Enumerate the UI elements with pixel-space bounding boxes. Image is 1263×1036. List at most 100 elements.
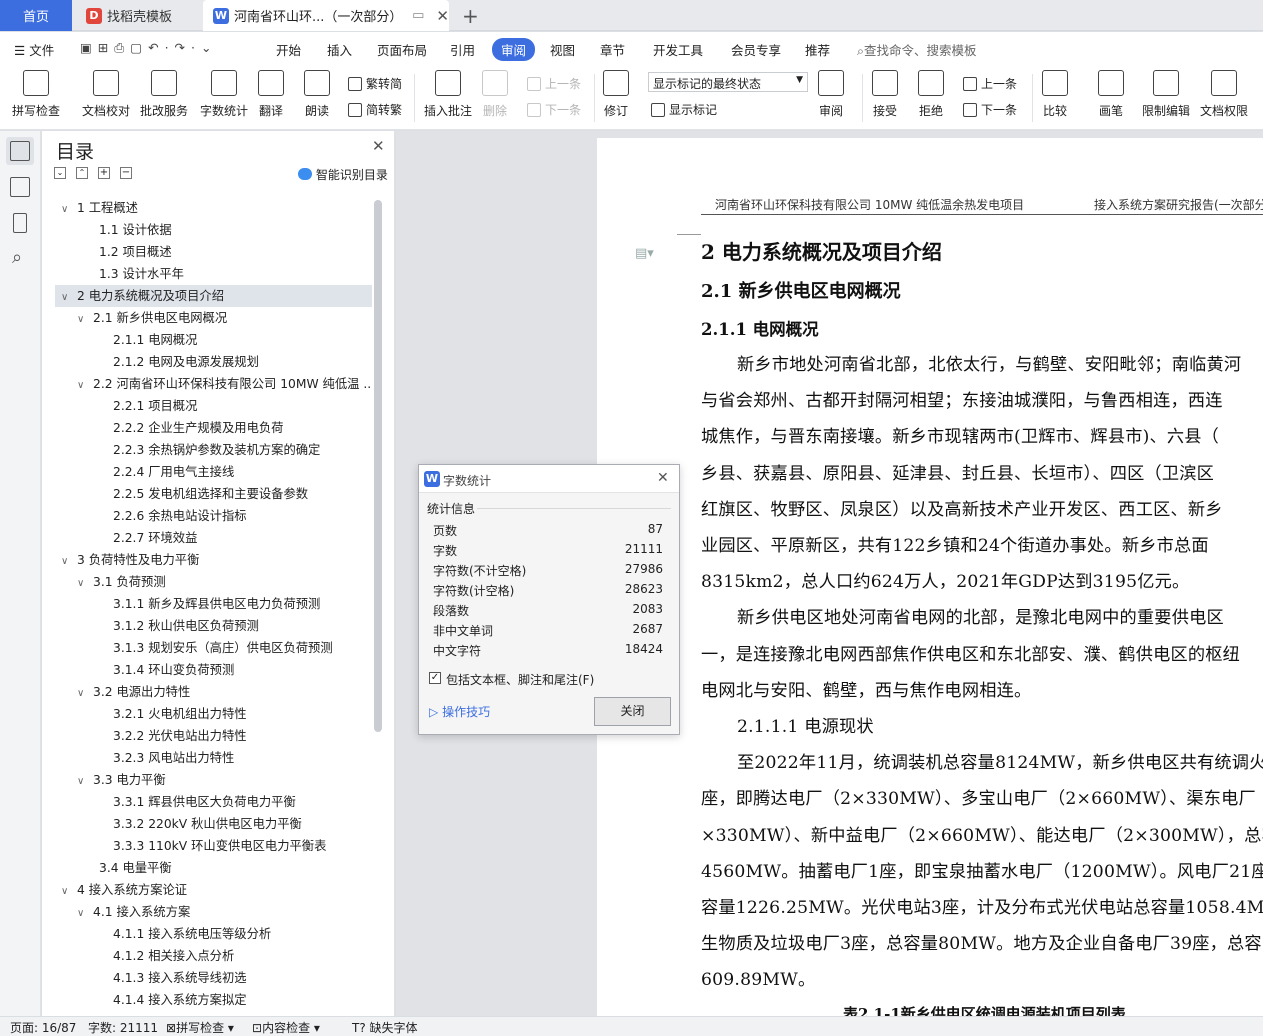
toc-item[interactable]: 3.3.3 110kV 环山变供电区电力平衡表 xyxy=(55,835,372,857)
restrict-edit-button[interactable]: 限制编辑 xyxy=(1142,70,1190,119)
menu-layout[interactable]: 页面布局 xyxy=(377,40,427,59)
toc-item[interactable]: 2.2.5 发电机组选择和主要设备参数 xyxy=(55,483,372,505)
doc-permission-button[interactable]: 文档权限 xyxy=(1200,70,1248,119)
tab-home[interactable]: 首页 xyxy=(0,0,72,31)
close-icon[interactable]: ✕ xyxy=(436,7,449,25)
chevron-down-icon[interactable]: ∨ xyxy=(61,287,77,307)
show-markup-button[interactable]: 显示标记 xyxy=(651,101,717,118)
reject-button[interactable]: 拒绝 xyxy=(918,70,944,119)
toc-item[interactable]: 1.2 项目概述 xyxy=(55,241,372,263)
chevron-down-icon[interactable]: ∨ xyxy=(77,573,93,593)
menu-review[interactable]: 审阅 xyxy=(492,38,536,61)
close-icon[interactable]: ✕ xyxy=(372,137,385,155)
smart-toc-button[interactable]: 智能识别目录 xyxy=(298,166,388,183)
chevron-down-icon[interactable]: ∨ xyxy=(61,881,77,901)
collapse-all-icon[interactable]: ⌄ xyxy=(54,167,66,179)
batch-service-button[interactable]: 批改服务 xyxy=(140,70,188,119)
tips-link[interactable]: ▷ 操作技巧 xyxy=(429,703,490,720)
chevron-down-icon[interactable]: ∨ xyxy=(61,199,77,219)
toc-item[interactable]: 3.2.3 风电站出力特性 xyxy=(55,747,372,769)
toc-item[interactable]: 3.1.2 秋山供电区负荷预测 xyxy=(55,615,372,637)
compare-button[interactable]: 比较 xyxy=(1042,70,1068,119)
document-page[interactable]: 河南省环山环保科技有限公司 10MW 纯低温余热发电项目 接入系统方案研究报告(… xyxy=(597,138,1263,1016)
toc-item[interactable]: 2.2.6 余热电站设计指标 xyxy=(55,505,372,527)
toc-item[interactable]: 4.1.2 相关接入点分析 xyxy=(55,945,372,967)
next-change-button[interactable]: 下一条 xyxy=(963,101,1017,118)
toc-item[interactable]: ∨ 3.3 电力平衡 xyxy=(55,769,372,791)
toc-item[interactable]: ∨ 4.1 接入系统方案 xyxy=(55,901,372,923)
track-changes-button[interactable]: 修订 xyxy=(603,70,629,119)
close-button[interactable]: 关闭 xyxy=(594,697,671,726)
add-level-icon[interactable]: + xyxy=(98,167,110,179)
toc-item[interactable]: 3.1.4 环山变负荷预测 xyxy=(55,659,372,681)
menu-recommend[interactable]: 推荐 xyxy=(805,40,830,59)
menu-section[interactable]: 章节 xyxy=(600,40,625,59)
toc-item[interactable]: 1.1 设计依据 xyxy=(55,219,372,241)
toc-item[interactable]: ∨ 2.1 新乡供电区电网概况 xyxy=(55,307,372,329)
toc-item[interactable]: 3.2.1 火电机组出力特性 xyxy=(55,703,372,725)
expand-up-icon[interactable]: ⌃ xyxy=(76,167,88,179)
toc-item[interactable]: ∨ 2 电力系统概况及项目介绍 xyxy=(55,285,372,307)
doc-proof-button[interactable]: 文档校对 xyxy=(82,70,130,119)
delete-comment-button[interactable]: 删除 xyxy=(482,70,508,119)
menu-dev-tools[interactable]: 开发工具 xyxy=(653,40,703,59)
toc-item[interactable]: 2.2.3 余热锅炉参数及装机方案的确定 xyxy=(55,439,372,461)
spell-status[interactable]: ⊠拼写检查 ▾ xyxy=(166,1019,234,1036)
toc-item[interactable]: ∨ 3 负荷特性及电力平衡 xyxy=(55,549,372,571)
toc-item[interactable]: ∨ 3.1 负荷预测 xyxy=(55,571,372,593)
accept-button[interactable]: 接受 xyxy=(872,70,898,119)
next-comment-button[interactable]: 下一条 xyxy=(527,101,581,118)
toc-item[interactable]: 3.4 电量平衡 xyxy=(55,857,372,879)
toc-item[interactable]: ∨ 4 接入系统方案论证 xyxy=(55,879,372,901)
menu-start[interactable]: 开始 xyxy=(276,40,301,59)
toc-icon[interactable] xyxy=(10,141,30,161)
toc-item[interactable]: 3.1.3 规划安乐（高庄）供电区负荷预测 xyxy=(55,637,372,659)
pen-button[interactable]: 画笔 xyxy=(1098,70,1124,119)
chevron-down-icon[interactable]: ∨ xyxy=(77,771,93,791)
new-tab-icon[interactable]: + xyxy=(462,4,479,28)
translate-button[interactable]: 翻译 xyxy=(258,70,284,119)
toc-item[interactable]: 2.2.2 企业生产规模及用电负荷 xyxy=(55,417,372,439)
word-count-button[interactable]: 字数统计 xyxy=(200,70,248,119)
close-icon[interactable]: ✕ xyxy=(657,470,669,486)
toc-item[interactable]: 3.2.2 光伏电站出力特性 xyxy=(55,725,372,747)
review-pane-button[interactable]: 审阅 xyxy=(818,70,844,119)
bookmark-icon[interactable] xyxy=(13,213,27,233)
toc-item[interactable]: 3.3.1 辉县供电区大负荷电力平衡 xyxy=(55,791,372,813)
toc-item[interactable]: 2.2.1 项目概况 xyxy=(55,395,372,417)
remove-level-icon[interactable]: − xyxy=(120,167,132,179)
search-icon[interactable]: ⌕ xyxy=(12,247,22,268)
toc-item[interactable]: 2.1.2 电网及电源发展规划 xyxy=(55,351,372,373)
read-aloud-button[interactable]: 朗读 xyxy=(304,70,330,119)
toc-item[interactable]: ∨ 1 工程概述 xyxy=(55,197,372,219)
chevron-down-icon[interactable]: ∨ xyxy=(77,375,93,395)
paragraph-menu-icon[interactable]: ▤▾ xyxy=(635,246,654,261)
chevron-down-icon[interactable]: ∨ xyxy=(77,683,93,703)
menu-insert[interactable]: 插入 xyxy=(327,40,352,59)
menu-view[interactable]: 视图 xyxy=(550,40,575,59)
toc-item[interactable]: 3.3.2 220kV 秋山供电区电力平衡 xyxy=(55,813,372,835)
tab-document[interactable]: W 河南省环山环...（一次部分） ▭ ✕ xyxy=(203,0,449,31)
toc-scrollbar[interactable] xyxy=(374,200,382,732)
dialog-titlebar[interactable]: W 字数统计 ✕ xyxy=(419,465,679,493)
toc-item[interactable]: ∨ 2.2 河南省环山环保科技有限公司 10MW 纯低温 ... xyxy=(55,373,372,395)
menu-member[interactable]: 会员专享 xyxy=(731,40,781,59)
monitor-icon[interactable]: ▭ xyxy=(412,8,424,23)
to-simplified-button[interactable]: 简转繁 xyxy=(348,101,402,118)
include-textbox-checkbox[interactable]: ✓ xyxy=(429,672,441,684)
toc-item[interactable]: 2.2.4 厂用电气主接线 xyxy=(55,461,372,483)
prev-change-button[interactable]: 上一条 xyxy=(963,75,1017,92)
toc-item[interactable]: 2.1.1 电网概况 xyxy=(55,329,372,351)
quick-access-icons[interactable]: ▣⊞⎙▢↶·↷·⌄ xyxy=(80,40,217,56)
command-search[interactable]: ⌕查找命令、搜索模板 xyxy=(857,40,977,59)
page-indicator[interactable]: 页面: 16/87 xyxy=(10,1019,76,1036)
prev-comment-button[interactable]: 上一条 xyxy=(527,75,581,92)
chevron-down-icon[interactable]: ∨ xyxy=(61,551,77,571)
toc-item[interactable]: 4.1.1 接入系统电压等级分析 xyxy=(55,923,372,945)
toc-item[interactable]: 3.1.1 新乡及辉县供电区电力负荷预测 xyxy=(55,593,372,615)
toc-item[interactable]: 4.1.3 接入系统导线初选 xyxy=(55,967,372,989)
file-menu[interactable]: ☰ 文件 xyxy=(14,40,54,59)
toc-item[interactable]: 4.1.4 接入系统方案拟定 xyxy=(55,989,372,1011)
chevron-down-icon[interactable]: ∨ xyxy=(77,903,93,923)
markup-mode-select[interactable]: 显示标记的最终状态 ▼ xyxy=(648,72,808,92)
